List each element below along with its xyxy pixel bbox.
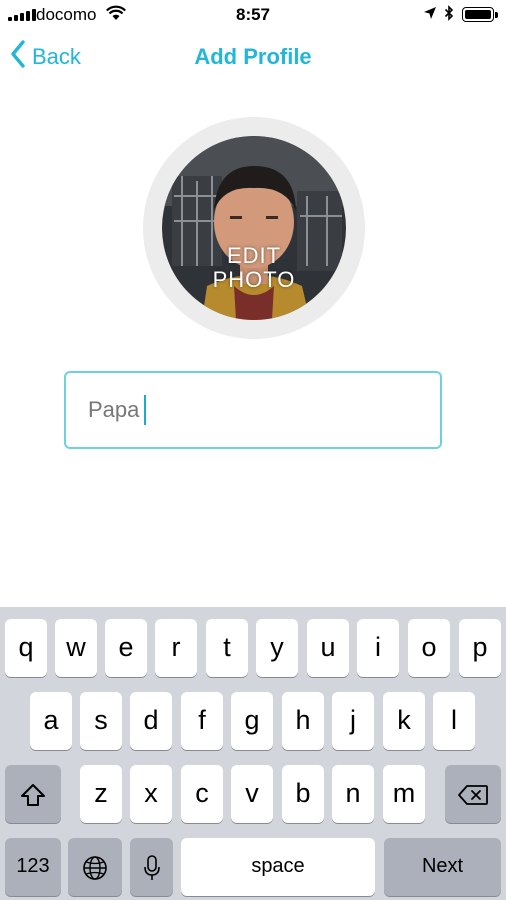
key[interactable]: k <box>383 692 425 750</box>
key[interactable]: d <box>130 692 172 750</box>
shift-key[interactable] <box>5 765 61 823</box>
numbers-key[interactable]: 123 <box>5 838 61 896</box>
next-key[interactable]: Next <box>384 838 501 896</box>
key[interactable]: n <box>332 765 374 823</box>
dictation-key[interactable] <box>130 838 173 896</box>
key[interactable]: v <box>231 765 273 823</box>
key[interactable]: z <box>80 765 122 823</box>
key[interactable]: x <box>130 765 172 823</box>
edit-photo-button[interactable]: EDIT PHOTO <box>162 136 346 320</box>
key[interactable]: p <box>459 619 501 677</box>
battery-icon <box>462 7 498 22</box>
key[interactable]: a <box>30 692 72 750</box>
key[interactable]: c <box>181 765 223 823</box>
status-bar: docomo 8:57 <box>0 0 506 30</box>
bluetooth-icon <box>444 5 454 27</box>
key[interactable]: b <box>282 765 324 823</box>
globe-key[interactable] <box>68 838 122 896</box>
name-input-value: Papa <box>88 397 140 422</box>
profile-photo <box>162 136 346 320</box>
key[interactable]: h <box>282 692 324 750</box>
key[interactable]: i <box>357 619 399 677</box>
key[interactable]: g <box>231 692 273 750</box>
delete-icon <box>458 784 488 805</box>
key[interactable]: y <box>256 619 298 677</box>
key[interactable]: w <box>55 619 97 677</box>
globe-icon <box>83 856 107 880</box>
location-icon <box>423 6 437 25</box>
key[interactable]: s <box>80 692 122 750</box>
key[interactable]: e <box>105 619 147 677</box>
shift-icon <box>21 783 45 806</box>
keyboard: q w e r t y u i o p a s d f g h j k l z … <box>0 607 506 900</box>
edit-photo-label: EDIT PHOTO <box>212 243 296 292</box>
delete-key[interactable] <box>445 765 501 823</box>
navigation-bar: Back Add Profile <box>0 34 506 80</box>
key[interactable]: o <box>408 619 450 677</box>
name-input[interactable]: Papa <box>64 371 442 449</box>
microphone-icon <box>143 855 160 880</box>
text-cursor <box>144 395 146 425</box>
key[interactable]: u <box>307 619 349 677</box>
page-title: Add Profile <box>194 44 312 69</box>
key[interactable]: l <box>433 692 475 750</box>
key[interactable]: j <box>332 692 374 750</box>
key[interactable]: m <box>383 765 425 823</box>
key[interactable]: t <box>206 619 248 677</box>
key[interactable]: f <box>181 692 223 750</box>
key[interactable]: q <box>5 619 47 677</box>
space-key[interactable]: space <box>181 838 375 896</box>
key[interactable]: r <box>155 619 197 677</box>
